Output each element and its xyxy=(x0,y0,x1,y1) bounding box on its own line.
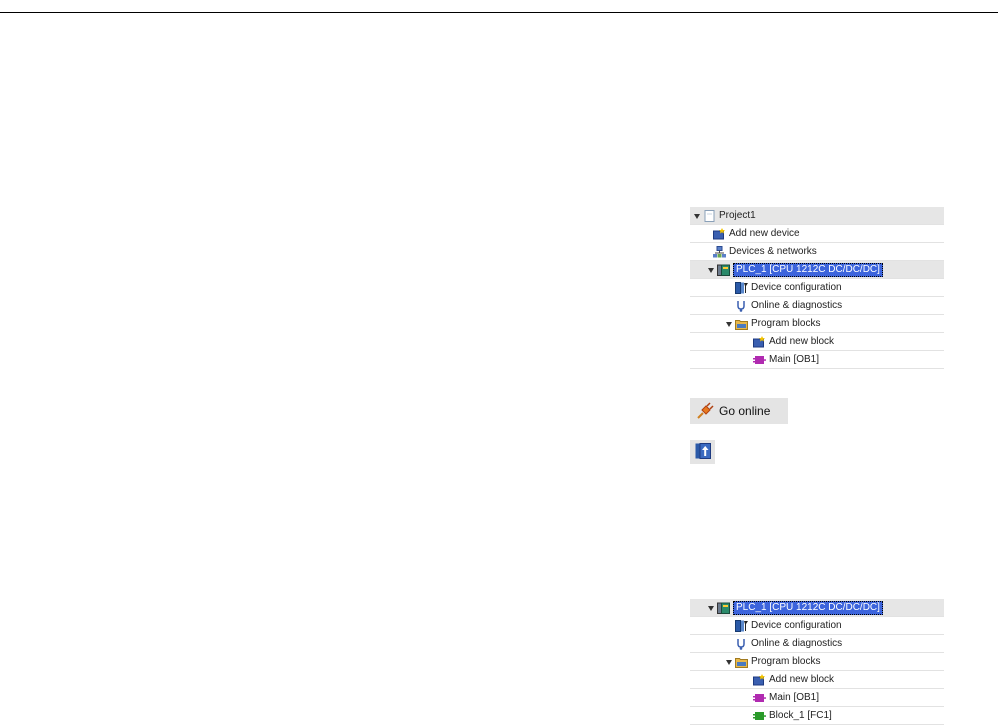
tree-item-device-configuration[interactable]: Device configuration xyxy=(690,279,944,297)
ob-block-icon xyxy=(753,354,766,366)
expand-arrow-icon[interactable] xyxy=(707,265,714,275)
tree-item-label: PLC_1 [CPU 1212C DC/DC/DC] xyxy=(733,263,883,277)
go-online-label: Go online xyxy=(719,404,771,418)
tree-item-add-new-block[interactable]: Add new block xyxy=(690,671,944,689)
folder-icon xyxy=(735,656,748,668)
tree-item-label: PLC_1 [CPU 1212C DC/DC/DC] xyxy=(733,601,883,615)
tree-item-label: Device configuration xyxy=(751,282,842,293)
go-online-button[interactable]: Go online xyxy=(690,398,788,424)
network-icon xyxy=(713,246,726,258)
expand-arrow-icon[interactable] xyxy=(725,319,732,329)
tree-item-block1-fc1[interactable]: Block_1 [FC1] xyxy=(690,707,944,725)
project-tree: Project1 Add new device Devices & networ… xyxy=(690,207,944,369)
project-tree-with-new-block: PLC_1 [CPU 1212C DC/DC/DC] Device config… xyxy=(690,599,944,725)
tree-item-plc1[interactable]: PLC_1 [CPU 1212C DC/DC/DC] xyxy=(690,261,944,279)
expand-arrow-icon[interactable] xyxy=(725,657,732,667)
tree-item-label: Online & diagnostics xyxy=(751,638,843,649)
folder-icon xyxy=(735,318,748,330)
tree-item-main-ob1[interactable]: Main [OB1] xyxy=(690,689,944,707)
diagnostics-icon xyxy=(735,300,748,312)
tree-item-add-new-block[interactable]: Add new block xyxy=(690,333,944,351)
tree-item-main-ob1[interactable]: Main [OB1] xyxy=(690,351,944,369)
tree-item-program-blocks[interactable]: Program blocks xyxy=(690,653,944,671)
expand-arrow-icon[interactable] xyxy=(707,603,714,613)
tree-item-label: Program blocks xyxy=(751,318,821,329)
tree-item-online-diagnostics[interactable]: Online & diagnostics xyxy=(690,297,944,315)
tree-item-label: Main [OB1] xyxy=(769,692,820,703)
expand-arrow-icon[interactable] xyxy=(693,211,700,221)
fc-block-icon xyxy=(753,710,766,722)
upload-icon xyxy=(695,442,711,462)
tree-item-program-blocks[interactable]: Program blocks xyxy=(690,315,944,333)
tree-item-label: Device configuration xyxy=(751,620,842,631)
diagnostics-icon xyxy=(735,638,748,650)
tree-item-label: Add new block xyxy=(769,336,835,347)
tree-item-label: Devices & networks xyxy=(729,246,817,257)
tree-item-label: Project1 xyxy=(719,210,756,221)
tree-item-device-configuration[interactable]: Device configuration xyxy=(690,617,944,635)
tree-item-label: Add new device xyxy=(729,228,800,239)
tree-item-label: Block_1 [FC1] xyxy=(769,710,832,721)
ob-block-icon xyxy=(753,692,766,704)
tree-item-devices-networks[interactable]: Devices & networks xyxy=(690,243,944,261)
plug-icon xyxy=(696,402,714,420)
plc-icon xyxy=(717,602,730,614)
tree-item-label: Program blocks xyxy=(751,656,821,667)
add-block-icon xyxy=(753,674,766,686)
project-icon xyxy=(703,210,716,222)
add-block-icon xyxy=(753,336,766,348)
device-config-icon xyxy=(735,282,748,294)
device-config-icon xyxy=(735,620,748,632)
tree-item-project1[interactable]: Project1 xyxy=(690,207,944,225)
tree-item-label: Main [OB1] xyxy=(769,354,820,365)
plc-icon xyxy=(717,264,730,276)
tree-item-add-new-device[interactable]: Add new device xyxy=(690,225,944,243)
upload-button[interactable] xyxy=(690,440,715,464)
tree-item-online-diagnostics[interactable]: Online & diagnostics xyxy=(690,635,944,653)
tree-item-label: Online & diagnostics xyxy=(751,300,843,311)
add-device-icon xyxy=(713,228,726,240)
page-top-rule xyxy=(0,12,998,13)
tree-item-label: Add new block xyxy=(769,674,835,685)
tree-item-plc1[interactable]: PLC_1 [CPU 1212C DC/DC/DC] xyxy=(690,599,944,617)
